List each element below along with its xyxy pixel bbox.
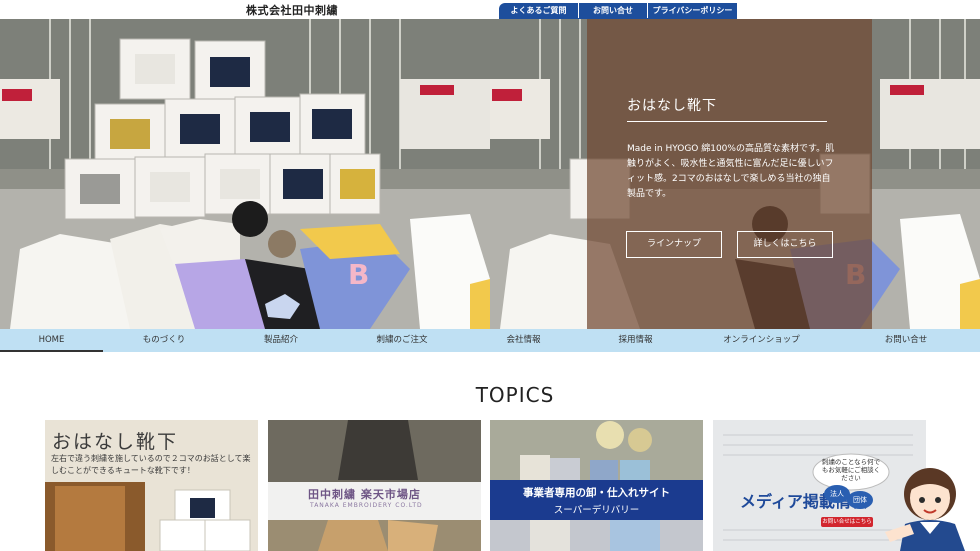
- speech-bubble-text: 刺繍のことなら何でもお気軽にご相談ください: [821, 458, 881, 482]
- nav-company[interactable]: 会社情報: [467, 329, 580, 352]
- hero-divider: [627, 121, 827, 122]
- card-line2: スーパーデリバリー: [553, 505, 640, 516]
- topic-card-rakuten[interactable]: 田中刺繍 楽天市場店 TANAKA EMBROIDERY CO.LTD: [268, 420, 481, 551]
- utility-links: よくあるご質問 お問い合せ プライバシーポリシー: [499, 3, 737, 19]
- group-badge: 団体: [847, 491, 873, 509]
- socks-photo: B: [0, 19, 490, 329]
- card-title: 田中刺繍 楽天市場店: [308, 488, 421, 501]
- nav-home[interactable]: HOME: [0, 329, 103, 352]
- nav-embroidery-order[interactable]: 刺繍のご注文: [337, 329, 467, 352]
- details-button[interactable]: 詳しくはこちら: [737, 231, 833, 258]
- faq-link[interactable]: よくあるご質問: [499, 3, 578, 19]
- nav-recruit[interactable]: 採用情報: [580, 329, 691, 352]
- contact-link[interactable]: お問い合せ: [578, 3, 647, 19]
- topics-heading: TOPICS: [475, 383, 555, 407]
- contact-badge[interactable]: お問い合せはこちら: [821, 517, 873, 527]
- mascot-character[interactable]: [880, 462, 980, 551]
- card-subtitle: TANAKA EMBROIDERY CO.LTD: [310, 502, 423, 509]
- card-line1: 事業者専用の卸・仕入れサイト: [523, 487, 670, 499]
- nav-online-shop[interactable]: オンラインショップ: [691, 329, 832, 352]
- nav-products[interactable]: 製品紹介: [225, 329, 337, 352]
- hero-image-left: B: [0, 19, 490, 329]
- hero-description: Made in HYOGO 綿100%の高品質な素材です。肌触りがよく、吸水性と…: [627, 144, 835, 199]
- card-title: おはなし靴下: [52, 431, 179, 453]
- topic-card-ohanashi[interactable]: おはなし靴下 左右で違う刺繍を施しているので２コマのお話として楽しむことができる…: [45, 420, 258, 551]
- hero-title: おはなし靴下: [627, 98, 717, 114]
- lineup-button[interactable]: ラインナップ: [626, 231, 722, 258]
- nav-monozukuri[interactable]: ものづくり: [103, 329, 225, 352]
- card-text: 左右で違う刺繍を施しているので２コマのお話として楽しむことができるキュートな靴下…: [51, 454, 251, 475]
- topic-card-wholesale[interactable]: 事業者専用の卸・仕入れサイト スーパーデリバリー: [490, 420, 703, 551]
- top-bar: 株式会社田中刺繍 よくあるご質問 お問い合せ プライバシーポリシー: [0, 0, 980, 19]
- main-nav: HOME ものづくり 製品紹介 刺繍のご注文 会社情報 採用情報 オンラインショ…: [0, 329, 980, 352]
- nav-contact[interactable]: お問い合せ: [832, 329, 980, 352]
- company-name[interactable]: 株式会社田中刺繍: [246, 2, 338, 18]
- privacy-link[interactable]: プライバシーポリシー: [647, 3, 737, 19]
- svg-text:B: B: [348, 258, 369, 291]
